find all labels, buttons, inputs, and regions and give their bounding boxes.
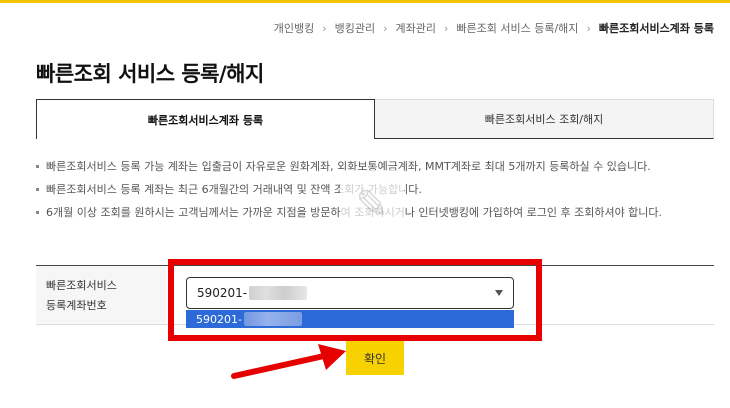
chevron-right-icon: › — [322, 21, 327, 35]
page-title: 빠른조회 서비스 등록/해지 — [36, 62, 264, 86]
tab-account-register[interactable]: 빠른조회서비스계좌 등록 — [36, 99, 375, 139]
breadcrumb-item-account-management[interactable]: 계좌관리 — [396, 20, 436, 36]
chevron-right-icon: › — [444, 21, 449, 35]
label-line-service: 빠른조회서비스 — [46, 279, 117, 292]
page: 개인뱅킹 › 뱅킹관리 › 계좌관리 › 빠른조회 서비스 등록/해지 › 빠른… — [0, 0, 730, 408]
top-accent-bar — [0, 0, 730, 3]
breadcrumb-current: 빠른조회서비스계좌 등록 — [598, 22, 714, 35]
confirm-button[interactable]: 확인 — [346, 341, 404, 375]
label-line-account: 등록계좌번호 — [46, 299, 107, 312]
breadcrumb-item-quick-inquiry[interactable]: 빠른조회 서비스 등록/해지 — [456, 20, 578, 36]
watermark-overlay: ✎ — [340, 170, 404, 240]
breadcrumb: 개인뱅킹 › 뱅킹관리 › 계좌관리 › 빠른조회 서비스 등록/해지 › 빠른… — [274, 20, 714, 36]
breadcrumb-item-banking-management[interactable]: 뱅킹관리 — [335, 20, 375, 36]
account-number-label: 빠른조회서비스 등록계좌번호 — [36, 266, 166, 324]
red-highlight-box — [168, 259, 542, 341]
red-arrow-icon — [231, 344, 346, 379]
tab-inquiry-cancel[interactable]: 빠른조회서비스 조회/해지 — [375, 99, 714, 139]
chevron-right-icon: › — [383, 21, 388, 35]
tab-bar: 빠른조회서비스계좌 등록 빠른조회서비스 조회/해지 — [36, 99, 714, 139]
breadcrumb-item-personal-banking[interactable]: 개인뱅킹 — [274, 20, 314, 36]
chevron-right-icon: › — [586, 21, 591, 35]
